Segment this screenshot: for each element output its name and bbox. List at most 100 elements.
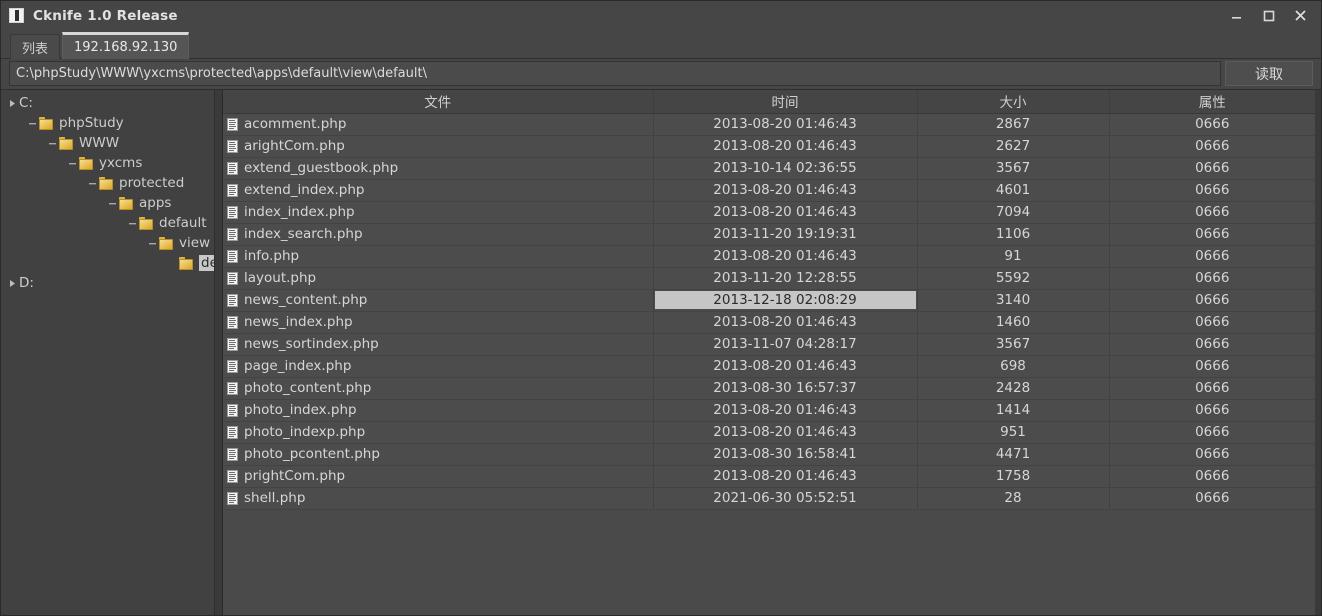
cell-time[interactable]: 2013-08-20 01:46:43 [653, 201, 918, 224]
table-row[interactable]: news_index.php 2013-08-20 01:46:43 1460 066… [223, 311, 1315, 334]
cell-time[interactable]: 2013-11-20 19:19:31 [653, 223, 918, 246]
cell-file[interactable]: info.php [223, 245, 654, 268]
collapse-dash-icon[interactable] [145, 239, 159, 248]
table-row[interactable]: acomment.php 2013-08-20 01:46:43 2867 0666 [223, 113, 1315, 136]
tree-node[interactable]: view [1, 233, 222, 253]
cell-attr[interactable]: 0666 [1109, 135, 1315, 158]
cell-size[interactable]: 1106 [917, 223, 1110, 246]
collapse-dash-icon[interactable] [105, 199, 119, 208]
cell-attr[interactable]: 0666 [1109, 399, 1315, 422]
cell-size[interactable]: 3140 [917, 289, 1110, 312]
cell-size[interactable]: 698 [917, 355, 1110, 378]
cell-time[interactable]: 2013-08-20 01:46:43 [653, 245, 918, 268]
cell-attr[interactable]: 0666 [1109, 355, 1315, 378]
cell-attr[interactable]: 0666 [1109, 443, 1315, 466]
cell-attr[interactable]: 0666 [1109, 421, 1315, 444]
cell-time[interactable]: 2013-08-20 01:46:43 [653, 179, 918, 202]
table-row[interactable]: extend_guestbook.php 2013-10-14 02:36:55 3… [223, 157, 1315, 180]
column-header-time[interactable]: 时间 [653, 90, 918, 114]
cell-size[interactable]: 2627 [917, 135, 1110, 158]
cell-time[interactable]: 2013-08-20 01:46:43 [653, 421, 918, 444]
cell-file[interactable]: extend_guestbook.php [223, 157, 654, 180]
tree-node[interactable]: WWW [1, 133, 222, 153]
cell-file[interactable]: page_index.php [223, 355, 654, 378]
cell-time[interactable]: 2013-08-20 01:46:43 [653, 135, 918, 158]
cell-attr[interactable]: 0666 [1109, 201, 1315, 224]
cell-attr[interactable]: 0666 [1109, 113, 1315, 136]
cell-file[interactable]: prightCom.php [223, 465, 654, 488]
table-row[interactable]: page_index.php 2013-08-20 01:46:43 698 0666 [223, 355, 1315, 378]
cell-time[interactable]: 2013-08-20 01:46:43 [653, 399, 918, 422]
cell-time[interactable]: 2013-08-20 01:46:43 [653, 113, 918, 136]
tab-session-192-168-92-130[interactable]: 192.168.92.130 [62, 32, 190, 59]
cell-attr[interactable]: 0666 [1109, 289, 1315, 312]
tree-node[interactable]: apps [1, 193, 222, 213]
cell-file[interactable]: photo_index.php [223, 399, 654, 422]
table-row[interactable]: photo_index.php 2013-08-20 01:46:43 1414 06… [223, 399, 1315, 422]
cell-size[interactable]: 1414 [917, 399, 1110, 422]
cell-attr[interactable]: 0666 [1109, 465, 1315, 488]
cell-time[interactable]: 2013-12-18 02:08:29 [653, 289, 918, 312]
table-row[interactable]: photo_content.php 2013-08-30 16:57:37 2428… [223, 377, 1315, 400]
tree-node[interactable]: protected [1, 173, 222, 193]
collapse-dash-icon[interactable] [65, 159, 79, 168]
collapse-dash-icon[interactable] [125, 219, 139, 228]
expand-arrow-icon[interactable] [5, 99, 19, 108]
minimize-icon[interactable] [1221, 3, 1251, 29]
table-row[interactable]: info.php 2013-08-20 01:46:43 91 0666 [223, 245, 1315, 268]
expand-arrow-icon[interactable] [5, 279, 19, 288]
cell-attr[interactable]: 0666 [1109, 311, 1315, 334]
cell-file[interactable]: photo_content.php [223, 377, 654, 400]
table-row[interactable]: index_search.php 2013-11-20 19:19:31 1106 0… [223, 223, 1315, 246]
cell-time[interactable]: 2013-08-20 01:46:43 [653, 311, 918, 334]
cell-size[interactable]: 4601 [917, 179, 1110, 202]
tree-node[interactable]: default [1, 213, 222, 233]
table-row[interactable]: news_sortindex.php 2013-11-07 04:28:17 356… [223, 333, 1315, 356]
cell-size[interactable]: 5592 [917, 267, 1110, 290]
table-row[interactable]: extend_index.php 2013-08-20 01:46:43 4601 0… [223, 179, 1315, 202]
table-row[interactable]: news_content.php 2013-12-18 02:08:29 3140 0… [223, 289, 1315, 312]
cell-time[interactable]: 2013-08-20 01:46:43 [653, 465, 918, 488]
cell-file[interactable]: layout.php [223, 267, 654, 290]
maximize-icon[interactable] [1253, 3, 1283, 29]
collapse-dash-icon[interactable] [25, 119, 39, 128]
cell-time[interactable]: 2013-08-20 01:46:43 [653, 355, 918, 378]
cell-size[interactable]: 2428 [917, 377, 1110, 400]
close-icon[interactable] [1285, 3, 1315, 29]
table-row[interactable]: shell.php 2021-06-30 05:52:51 28 0666 [223, 487, 1315, 510]
cell-file[interactable]: news_sortindex.php [223, 333, 654, 356]
cell-size[interactable]: 7094 [917, 201, 1110, 224]
cell-size[interactable]: 2867 [917, 113, 1110, 136]
cell-attr[interactable]: 0666 [1109, 377, 1315, 400]
cell-time[interactable]: 2021-06-30 05:52:51 [653, 487, 918, 510]
cell-time[interactable]: 2013-11-20 12:28:55 [653, 267, 918, 290]
directory-tree[interactable]: C: phpStudy WWW yxcms protected apps default vi… [1, 90, 223, 615]
tree-node[interactable]: yxcms [1, 153, 222, 173]
tree-node[interactable]: C: [1, 93, 222, 113]
collapse-dash-icon[interactable] [45, 139, 59, 148]
table-row[interactable]: layout.php 2013-11-20 12:28:55 5592 0666 [223, 267, 1315, 290]
cell-attr[interactable]: 0666 [1109, 157, 1315, 180]
column-header-size[interactable]: 大小 [917, 90, 1110, 114]
cell-file[interactable]: extend_index.php [223, 179, 654, 202]
cell-file[interactable]: photo_indexp.php [223, 421, 654, 444]
cell-size[interactable]: 3567 [917, 157, 1110, 180]
cell-size[interactable]: 28 [917, 487, 1110, 510]
cell-file[interactable]: shell.php [223, 487, 654, 510]
cell-file[interactable]: acomment.php [223, 113, 654, 136]
cell-attr[interactable]: 0666 [1109, 333, 1315, 356]
column-header-attr[interactable]: 属性 [1109, 90, 1315, 114]
read-button[interactable]: 读取 [1225, 61, 1313, 86]
cell-attr[interactable]: 0666 [1109, 245, 1315, 268]
tab-list[interactable]: 列表 [10, 34, 61, 59]
cell-size[interactable]: 91 [917, 245, 1110, 268]
cell-time[interactable]: 2013-11-07 04:28:17 [653, 333, 918, 356]
collapse-dash-icon[interactable] [85, 179, 99, 188]
path-input[interactable] [9, 61, 1221, 86]
cell-file[interactable]: index_search.php [223, 223, 654, 246]
cell-file[interactable]: news_content.php [223, 289, 654, 312]
cell-size[interactable]: 951 [917, 421, 1110, 444]
cell-attr[interactable]: 0666 [1109, 179, 1315, 202]
cell-file[interactable]: index_index.php [223, 201, 654, 224]
cell-file[interactable]: photo_pcontent.php [223, 443, 654, 466]
